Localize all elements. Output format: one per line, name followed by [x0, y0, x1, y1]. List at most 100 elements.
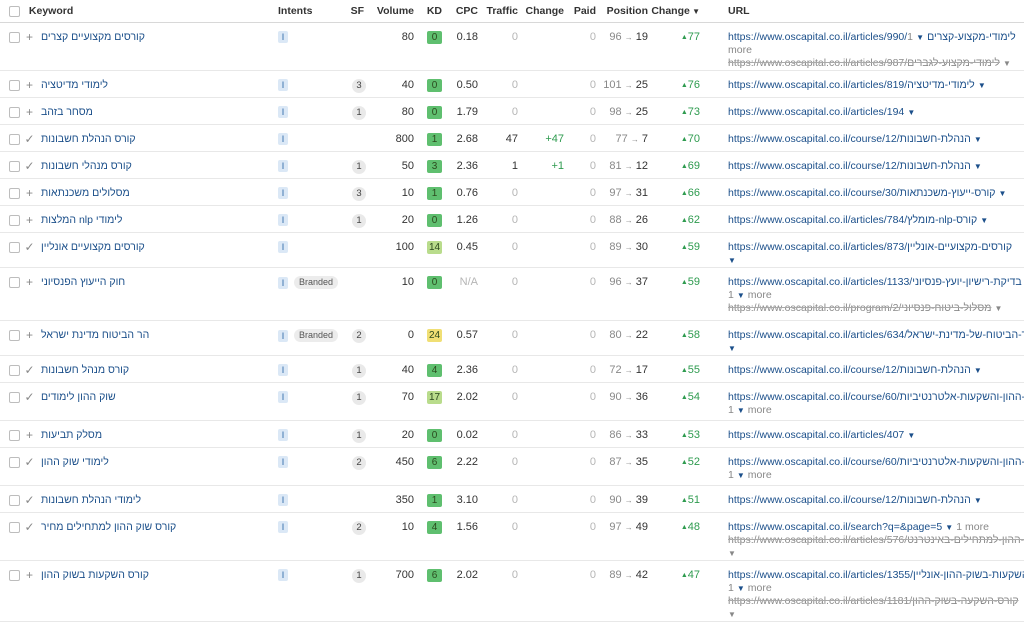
row-checkbox[interactable]	[9, 570, 20, 581]
url-link[interactable]: https://www.oscapital.co.il/course/12/הנ…	[728, 133, 971, 145]
more-urls-link[interactable]: 1 more	[956, 521, 989, 533]
url-link[interactable]: https://www.oscapital.co.il/course/60/שו…	[728, 391, 1024, 403]
row-checkbox[interactable]	[9, 80, 20, 91]
keyword-link[interactable]: לימודי שוק ההון	[41, 456, 109, 468]
keyword-link[interactable]: המלצות nlp לימודי	[41, 214, 122, 226]
plus-icon[interactable]: +	[24, 187, 35, 200]
table-row[interactable]: ✓ שוק ההון לימודים I 1 70 17 2.02 0 0 90 …	[0, 382, 1024, 421]
url-link[interactable]: https://www.oscapital.co.il/search?q=&pa…	[728, 521, 942, 533]
row-checkbox[interactable]	[9, 277, 20, 288]
keyword-link[interactable]: מסחר בזהב	[41, 106, 93, 118]
sf-count[interactable]: 1	[352, 391, 366, 405]
keyword-link[interactable]: קורס הנהלת חשבונות	[41, 133, 136, 145]
more-urls-link[interactable]: 1 more	[728, 289, 772, 301]
table-row[interactable]: + מסחר בזהב I 1 80 0 1.79 0 0 98 → 25 ▲73…	[0, 97, 1024, 125]
url-link[interactable]: https://www.oscapital.co.il/articles/819…	[728, 79, 975, 91]
sf-count[interactable]: 2	[352, 521, 366, 535]
table-row[interactable]: + הר הביטוח מדינת ישראל I Branded 2 0 24 0…	[0, 320, 1024, 356]
header-paid[interactable]: Paid	[564, 0, 596, 23]
row-checkbox[interactable]	[9, 522, 20, 533]
keyword-link[interactable]: קורס מנהל חשבונות	[41, 364, 129, 376]
url-link[interactable]: https://www.oscapital.co.il/articles/634…	[728, 329, 1024, 341]
url-link[interactable]: https://www.oscapital.co.il/articles/990…	[728, 31, 1016, 43]
row-checkbox[interactable]	[9, 134, 20, 145]
caret-down-icon[interactable]: ▼	[974, 162, 982, 171]
more-urls-link[interactable]: 1 more	[728, 469, 772, 481]
previous-url-link[interactable]: https://www.oscapital.co.il/articles/118…	[728, 595, 1019, 607]
caret-down-icon[interactable]: ▼	[737, 471, 745, 480]
row-checkbox[interactable]	[9, 392, 20, 403]
caret-down-icon[interactable]: ▼	[728, 344, 736, 353]
caret-down-icon[interactable]: ▼	[980, 216, 988, 225]
sf-count[interactable]: 1	[352, 569, 366, 583]
table-row[interactable]: + מסלולים משכנתאות I 3 10 1 0.76 0 0 97 →…	[0, 178, 1024, 206]
sf-count[interactable]: 1	[352, 106, 366, 120]
header-url[interactable]: URL	[700, 0, 1024, 23]
caret-down-icon[interactable]: ▼	[737, 584, 745, 593]
table-row[interactable]: + קורס השקעות בשוק ההון I 1 700 6 2.02 0 …	[0, 560, 1024, 622]
caret-down-icon[interactable]: ▼	[907, 108, 915, 117]
more-urls-link[interactable]: 1 more	[728, 582, 772, 594]
previous-url-link[interactable]: https://www.oscapital.co.il/program/2/מס…	[728, 302, 991, 314]
url-link[interactable]: https://www.oscapital.co.il/articles/113…	[728, 276, 1022, 288]
row-checkbox[interactable]	[9, 242, 20, 253]
caret-down-icon[interactable]: ▼	[907, 431, 915, 440]
caret-down-icon[interactable]: ▼	[974, 366, 982, 375]
header-kd[interactable]: KD	[414, 0, 444, 23]
caret-down-icon[interactable]: ▼	[945, 523, 953, 532]
row-checkbox[interactable]	[9, 330, 20, 341]
row-checkbox[interactable]	[9, 32, 20, 43]
keyword-link[interactable]: מסלק תביעות	[41, 429, 102, 441]
select-all-checkbox[interactable]	[9, 5, 20, 17]
table-row[interactable]: ✓ קורס מנהלי חשבונות I 1 50 3 2.36 1 +1 0…	[0, 151, 1024, 179]
check-icon[interactable]: ✓	[24, 494, 35, 507]
row-checkbox[interactable]	[9, 457, 20, 468]
header-traffic[interactable]: Traffic	[478, 0, 518, 23]
caret-down-icon[interactable]: ▼	[916, 33, 924, 42]
plus-icon[interactable]: +	[24, 106, 35, 119]
sf-count[interactable]: 2	[352, 329, 366, 343]
check-icon[interactable]: ✓	[24, 521, 35, 534]
url-link[interactable]: https://www.oscapital.co.il/course/60/שו…	[728, 456, 1024, 468]
keyword-link[interactable]: לימודי מדיטציה	[41, 79, 108, 91]
more-urls-link[interactable]: 1 more	[728, 404, 772, 416]
caret-down-icon[interactable]: ▼	[978, 81, 986, 90]
row-checkbox[interactable]	[9, 161, 20, 172]
sf-count[interactable]: 1	[352, 429, 366, 443]
caret-down-icon[interactable]: ▼	[994, 304, 1002, 313]
keyword-link[interactable]: מסלולים משכנתאות	[41, 187, 130, 199]
caret-down-icon[interactable]: ▼	[1003, 59, 1011, 68]
url-link[interactable]: https://www.oscapital.co.il/course/12/הנ…	[728, 494, 971, 506]
caret-down-icon[interactable]: ▼	[728, 549, 736, 558]
keyword-link[interactable]: קורס השקעות בשוק ההון	[41, 569, 149, 581]
sf-count[interactable]: 3	[352, 187, 366, 201]
caret-down-icon[interactable]: ▼	[974, 496, 982, 505]
url-link[interactable]: https://www.oscapital.co.il/articles/784…	[728, 214, 977, 226]
table-row[interactable]: ✓ קורס שוק ההון למתחילים מחיר I 2 10 4 1.…	[0, 512, 1024, 561]
check-icon[interactable]: ✓	[24, 391, 35, 404]
header-keyword[interactable]: Keyword	[29, 5, 73, 17]
table-row[interactable]: ✓ קורס הנהלת חשבונות I 800 1 2.68 47 +47 …	[0, 124, 1024, 152]
url-link[interactable]: https://www.oscapital.co.il/articles/194	[728, 106, 904, 118]
keyword-link[interactable]: קורסים מקצועיים אונליין	[41, 241, 145, 253]
check-icon[interactable]: ✓	[24, 160, 35, 173]
sf-count[interactable]: 3	[352, 79, 366, 93]
plus-icon[interactable]: +	[24, 79, 35, 92]
url-link[interactable]: https://www.oscapital.co.il/articles/407	[728, 429, 904, 441]
keyword-link[interactable]: קורס שוק ההון למתחילים מחיר	[41, 521, 176, 533]
sf-count[interactable]: 1	[352, 364, 366, 378]
keyword-link[interactable]: קורס מנהלי חשבונות	[41, 160, 132, 172]
header-cpc[interactable]: CPC	[444, 0, 478, 23]
url-link[interactable]: https://www.oscapital.co.il/course/12/הנ…	[728, 160, 971, 172]
plus-icon[interactable]: +	[24, 31, 35, 44]
previous-url-link[interactable]: https://www.oscapital.co.il/articles/987…	[728, 57, 1000, 69]
table-row[interactable]: ✓ קורס מנהל חשבונות I 1 40 4 2.36 0 0 72 …	[0, 355, 1024, 383]
url-link[interactable]: https://www.oscapital.co.il/course/30/קו…	[728, 187, 995, 199]
keyword-link[interactable]: לימודי הנהלת חשבונות	[41, 494, 141, 506]
check-icon[interactable]: ✓	[24, 133, 35, 146]
table-row[interactable]: ✓ קורסים מקצועיים אונליין I 100 14 0.45 0…	[0, 232, 1024, 268]
caret-down-icon[interactable]: ▼	[728, 610, 736, 619]
row-checkbox[interactable]	[9, 107, 20, 118]
plus-icon[interactable]: +	[24, 214, 35, 227]
header-volume[interactable]: Volume	[372, 0, 414, 23]
